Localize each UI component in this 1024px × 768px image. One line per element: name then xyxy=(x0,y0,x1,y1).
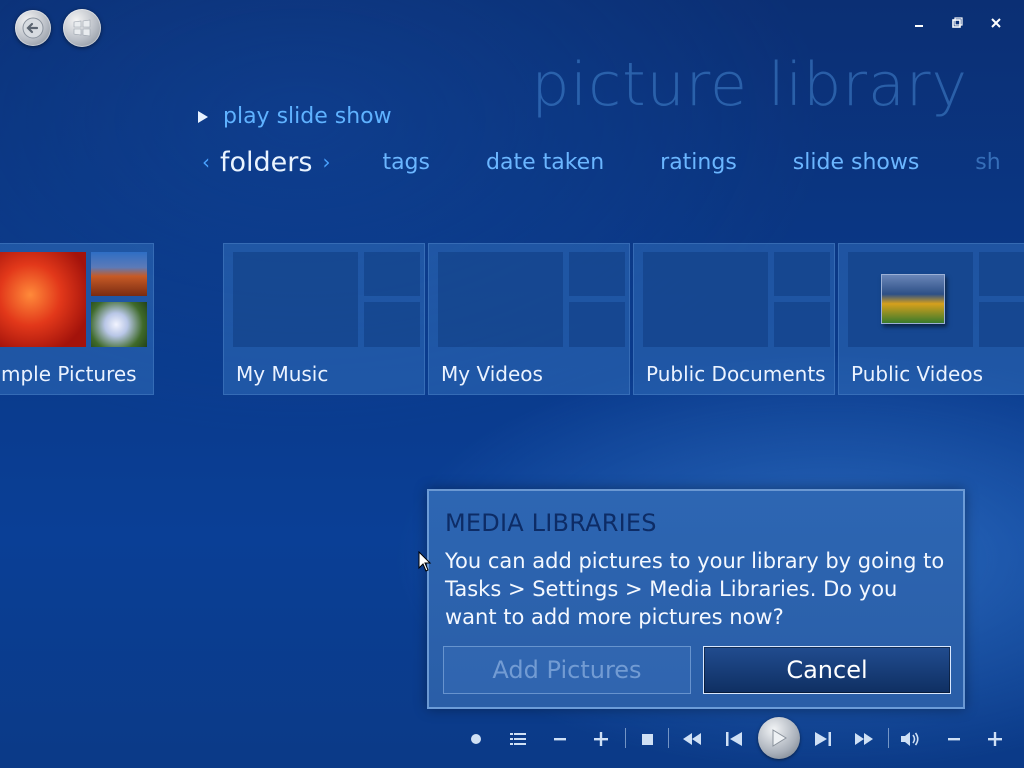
volume-down-button[interactable] xyxy=(945,728,963,750)
channel-down-button[interactable] xyxy=(551,728,569,750)
fast-forward-icon xyxy=(855,733,873,745)
folder-label: Public Videos xyxy=(851,362,984,386)
cancel-button[interactable]: Cancel xyxy=(703,646,951,694)
close-button[interactable] xyxy=(985,12,1007,34)
folder-my-videos[interactable]: My Videos xyxy=(428,243,630,395)
thumbnail-placeholder xyxy=(364,252,420,296)
channel-up-button[interactable] xyxy=(592,728,610,750)
minus-icon xyxy=(948,738,960,741)
speaker-icon xyxy=(901,732,919,746)
stop-button[interactable] xyxy=(638,728,656,750)
back-arrow-icon xyxy=(22,17,44,39)
minus-icon xyxy=(554,738,566,741)
skip-back-icon xyxy=(726,732,742,746)
restore-icon xyxy=(952,17,963,28)
play-slide-show-link[interactable]: play slide show xyxy=(197,104,392,129)
skip-back-button[interactable] xyxy=(724,728,744,750)
tab-slide-shows[interactable]: slide shows xyxy=(793,150,920,175)
folder-label: mple Pictures xyxy=(1,362,137,386)
tab-label: folders xyxy=(220,146,313,178)
dialog-title: MEDIA LIBRARIES xyxy=(445,509,657,537)
separator xyxy=(625,728,626,748)
category-tabs: ‹ folders › tags date taken ratings slid… xyxy=(200,142,1024,182)
play-slide-show-label: play slide show xyxy=(223,104,392,129)
guide-button[interactable] xyxy=(508,728,528,750)
separator xyxy=(668,728,669,748)
restore-button[interactable] xyxy=(946,12,968,34)
chevron-right-icon[interactable]: › xyxy=(322,150,330,174)
tab-ratings[interactable]: ratings xyxy=(660,150,737,175)
folder-public-documents[interactable]: Public Documents xyxy=(633,243,835,395)
folder-label: Public Documents xyxy=(646,362,826,386)
thumbnail-placeholder xyxy=(364,302,420,347)
folder-label: My Videos xyxy=(441,362,543,386)
hydrangea-thumbnail xyxy=(91,302,147,347)
stop-icon xyxy=(641,733,653,745)
minimize-button[interactable] xyxy=(908,12,930,34)
skip-forward-button[interactable] xyxy=(813,728,833,750)
tab-shared[interactable]: sh xyxy=(975,150,1000,175)
thumbnail-placeholder xyxy=(233,252,358,347)
volume-up-button[interactable] xyxy=(986,728,1004,750)
folder-sample-pictures[interactable]: mple Pictures xyxy=(0,243,154,395)
desert-thumbnail xyxy=(91,252,147,296)
folder-public-videos[interactable]: Public Videos xyxy=(838,243,1024,395)
mouse-cursor-icon xyxy=(418,551,432,572)
play-triangle-icon xyxy=(198,110,208,123)
plus-icon xyxy=(988,732,1002,746)
tab-tags[interactable]: tags xyxy=(382,150,430,175)
flower-thumbnail xyxy=(0,252,86,347)
rewind-icon xyxy=(683,733,701,745)
separator xyxy=(888,728,889,748)
tab-date-taken[interactable]: date taken xyxy=(486,150,604,175)
chevron-left-icon[interactable]: ‹ xyxy=(202,150,210,174)
rewind-button[interactable] xyxy=(681,728,703,750)
add-pictures-button[interactable]: Add Pictures xyxy=(443,646,691,694)
close-icon xyxy=(991,18,1001,28)
plus-icon xyxy=(594,732,608,746)
thumbnail-placeholder xyxy=(438,252,563,347)
windows-logo-icon xyxy=(73,19,91,37)
folder-my-music[interactable]: My Music xyxy=(223,243,425,395)
start-button[interactable] xyxy=(63,9,101,47)
media-libraries-dialog: MEDIA LIBRARIES You can add pictures to … xyxy=(427,489,965,709)
folder-label: My Music xyxy=(236,362,329,386)
tab-folders[interactable]: ‹ folders › xyxy=(200,147,340,178)
thumbnail-placeholder xyxy=(569,252,625,296)
dialog-message: You can add pictures to your library by … xyxy=(445,549,945,629)
play-icon xyxy=(772,729,787,747)
thumbnail-placeholder xyxy=(979,302,1024,347)
thumbnail-placeholder xyxy=(979,252,1024,296)
record-icon xyxy=(471,734,481,744)
thumbnail-placeholder xyxy=(774,252,830,296)
play-button[interactable] xyxy=(758,717,800,759)
skip-forward-icon xyxy=(815,732,831,746)
fast-forward-button[interactable] xyxy=(853,728,875,750)
minimize-icon xyxy=(915,25,923,27)
video-thumbnail-icon xyxy=(881,274,945,324)
thumbnail-placeholder xyxy=(774,302,830,347)
mute-button[interactable] xyxy=(900,728,922,750)
list-icon xyxy=(510,733,526,745)
back-button[interactable] xyxy=(15,10,51,46)
thumbnail-placeholder xyxy=(643,252,768,347)
page-title: picture library xyxy=(531,50,968,120)
thumbnail-placeholder xyxy=(569,302,625,347)
record-button[interactable] xyxy=(467,728,485,750)
